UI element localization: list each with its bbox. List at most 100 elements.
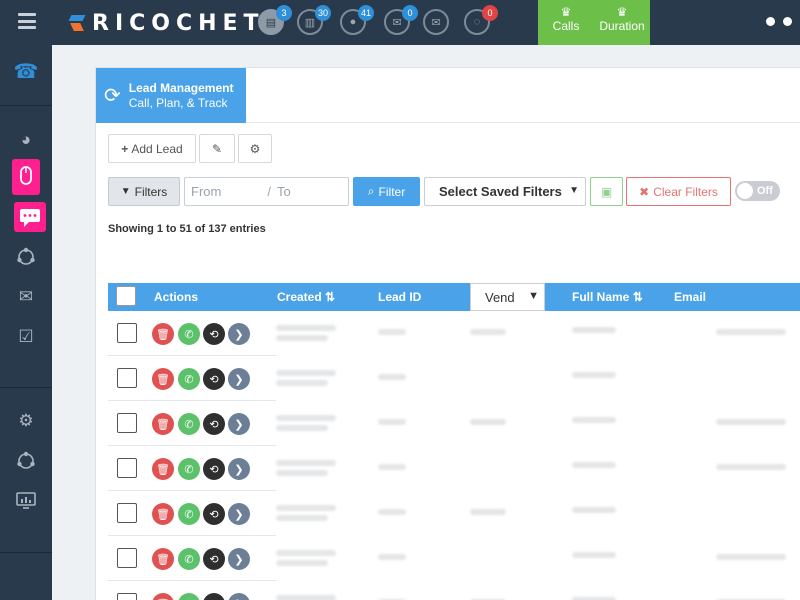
col-lead-id[interactable]: Lead ID [378,290,421,304]
range-separator: / [267,184,271,199]
row-checkbox[interactable] [117,593,137,600]
chevron-right-icon[interactable]: ❯ [228,458,250,480]
add-lead-button[interactable]: + Add Lead [108,134,196,163]
delete-icon[interactable]: 🗑 [152,323,174,345]
notification-badge: 3 [276,5,292,21]
vendor-select[interactable]: Vend ▼ [470,283,545,311]
to-field[interactable]: To [277,184,291,199]
redacted-full-name [572,507,616,513]
monitor-icon[interactable] [15,490,37,512]
redacted-created [276,515,328,521]
date-range-input[interactable]: From / To [184,177,349,206]
saved-filters-select[interactable]: Select Saved Filters ▼ [424,177,586,206]
redacted-lead-id [378,554,406,560]
phone-icon[interactable]: ✆ [178,413,200,435]
chevron-right-icon[interactable]: ❯ [228,413,250,435]
history-icon[interactable]: ⟲ [203,368,225,390]
row-checkbox[interactable] [117,458,137,478]
clear-filters-button[interactable]: ✖ Clear Filters [626,177,731,206]
vendor-select-value: Vend [485,289,515,305]
phone-icon[interactable]: ✆ [178,323,200,345]
chevron-right-icon[interactable]: ❯ [228,503,250,525]
checklist-icon[interactable]: ☑ [15,326,37,348]
settings-icon[interactable]: ⚙ [15,410,37,432]
chevron-right-icon[interactable]: ❯ [228,323,250,345]
edit-button[interactable]: ✎ [199,134,235,163]
filters-button[interactable]: ▼ Filters [108,177,180,206]
envelope-icon[interactable]: ✉ [15,286,37,308]
tab-title: Lead Management [128,80,234,95]
notification-badge: 0 [482,5,498,21]
history-icon[interactable]: ⟲ [203,413,225,435]
notification-badge: 30 [314,5,331,21]
redacted-full-name [572,417,616,423]
filter-button[interactable]: ⌕ Filter [353,177,420,206]
mouse-icon[interactable] [12,159,40,195]
chevron-right-icon[interactable]: ❯ [228,368,250,390]
table-row: 🗑✆⟲❯ [108,446,800,491]
row-checkbox[interactable] [117,368,137,388]
settings-button[interactable]: ⚙ [238,134,272,163]
col-full-name[interactable]: Full Name ⇅ [572,290,643,304]
notification-badge: 41 [357,5,374,21]
redacted-created [276,595,336,600]
more-options-icon[interactable] [766,17,792,26]
open-mail-icon[interactable]: ✉ [423,9,449,35]
gear-icon: ⚙ [249,141,261,156]
table-row: 🗑✆⟲❯ [108,356,800,401]
redacted-lead-id [378,464,406,470]
redacted-email [716,419,786,425]
col-created-label: Created [277,290,322,304]
redacted-vendor [470,419,506,425]
delete-icon[interactable]: 🗑 [152,503,174,525]
row-checkbox[interactable] [117,548,137,568]
col-email[interactable]: Email [674,290,706,304]
row-checkbox[interactable] [117,503,137,523]
duration-leaderboard[interactable]: ♛ Duration [594,0,650,45]
history-icon[interactable]: ⟲ [203,323,225,345]
row-checkbox[interactable] [117,323,137,343]
document-icon[interactable]: ▤ 3 [258,5,292,35]
calls-label: Calls [552,19,580,33]
phone-icon[interactable]: ✆ [178,593,200,600]
delete-icon[interactable]: 🗑 [152,593,174,600]
phone-icon[interactable]: ✆ [178,368,200,390]
notification-badge: 0 [402,5,418,21]
pie-chart-icon[interactable]: ◕ [15,129,37,151]
save-filter-button[interactable]: ▣ [590,177,623,206]
toggle-switch[interactable]: Off [735,181,780,201]
chat-bubble-icon[interactable] [14,202,46,232]
history-icon[interactable]: ⟲ [203,503,225,525]
phone-icon[interactable]: ✆ [178,548,200,570]
network-icon[interactable] [15,246,37,268]
chat-icon[interactable]: ● 41 [340,5,374,35]
tab-lead-management[interactable]: ⟳ Lead Management Call, Plan, & Track [96,68,246,123]
redacted-created [276,560,328,566]
leaderboard-block: ♛ Calls ♛ Duration [538,0,650,45]
chevron-right-icon[interactable]: ❯ [228,548,250,570]
col-created[interactable]: Created ⇅ [277,290,335,304]
delete-icon[interactable]: 🗑 [152,413,174,435]
mail-icon[interactable]: ✉ 0 [384,5,418,35]
report-icon[interactable]: ▥ 30 [297,5,331,35]
logo-mark-icon [68,13,86,33]
history-icon[interactable]: ⟲ [203,593,225,600]
comment-icon[interactable]: ◌ 0 [464,5,498,35]
redacted-created [276,415,336,421]
chevron-right-icon[interactable]: ❯ [228,593,250,600]
hamburger-menu-icon[interactable] [18,13,36,29]
phone-dialpad-icon[interactable]: ☎ [14,60,39,83]
phone-icon[interactable]: ✆ [178,503,200,525]
history-icon[interactable]: ⟲ [203,458,225,480]
phone-icon[interactable]: ✆ [178,458,200,480]
history-icon[interactable]: ⟲ [203,548,225,570]
delete-icon[interactable]: 🗑 [152,548,174,570]
delete-icon[interactable]: 🗑 [152,458,174,480]
integration-icon[interactable] [15,450,37,472]
row-checkbox[interactable] [117,413,137,433]
delete-icon[interactable]: 🗑 [152,368,174,390]
from-field[interactable]: From [191,184,221,199]
ricochet-logo[interactable]: RICOCHET 360 [68,8,278,38]
calls-leaderboard[interactable]: ♛ Calls [538,0,594,45]
select-all-checkbox[interactable] [116,286,136,306]
